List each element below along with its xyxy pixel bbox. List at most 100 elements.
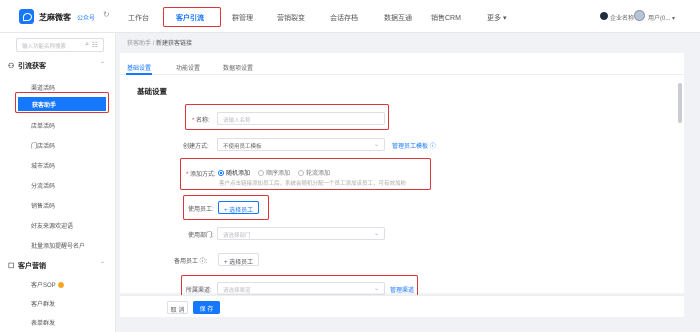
required-mark: * [192,118,195,124]
sidebar-item-split-code[interactable]: 分流活码 [31,181,55,190]
nav-marketing-fission[interactable]: 营销裂变 [277,13,305,23]
manage-staff-template-link[interactable]: 管理员工模板 ⓘ [392,141,436,150]
tab-bar: 基础设置 功能设置 数据项设置 [120,53,684,75]
form-footer: 取 消 保 存 [120,295,684,317]
add-method-hint: 客户点击链接添加员工后，系统会随机分配一个员工添加该员工，可有效加粉 [219,181,407,187]
chevron-up-icon[interactable]: ⌃ [100,261,105,268]
nav-group-management[interactable]: 群管理 [232,13,253,23]
breadcrumb-current: 新建获客链接 [156,41,193,47]
sidebar-item-sales-code[interactable]: 销售活码 [31,201,55,210]
chevron-down-icon: ▾ [672,16,676,22]
avatar[interactable] [634,10,645,21]
manage-staff-template-label: 管理员工模板 [392,144,429,150]
channel-label: 所属渠道: [186,288,212,294]
tab-basic-settings[interactable]: 基础设置 [127,63,151,72]
name-input[interactable]: 请输入名称 [217,112,385,125]
chevron-up-icon[interactable]: ⌃ [100,61,105,68]
creation-method-value: 不使用员工模板 [223,144,262,150]
radio-rotation-add[interactable]: 轮流添加 [298,168,330,177]
breadcrumb-parent[interactable]: 获客助手 [127,41,151,47]
department-placeholder: 请选择部门 [223,233,251,239]
brand-sub-link[interactable]: 公众号 [77,13,95,22]
save-button[interactable]: 保 存 [193,301,220,314]
department-select[interactable]: 请选择部门 ⌄ [217,227,385,240]
refresh-icon[interactable]: ↻ [103,10,110,19]
radio-label: 随机添加 [226,171,251,177]
brand-logo-icon [19,9,34,24]
department-label: 使用部门: [188,233,214,239]
sidebar-group-label: 客户营销 [17,263,46,270]
nav-sales-crm[interactable]: 销售CRM [431,13,461,23]
nav-customer-acquisition[interactable]: 客户引流 [176,13,204,23]
sidebar-search-input[interactable]: 输入功能名称搜索 ⌕ ☷ [16,38,104,52]
sidebar-item-form-broadcast[interactable]: 表单群发 [31,318,55,327]
sidebar-group-label: 引流获客 [17,63,46,70]
sidebar-item-customer-sop[interactable]: 客户SOP [31,280,64,289]
sidebar-group-marketing[interactable]: ☐ 客户营销 [8,261,46,271]
nav-more-label: 更多 [487,15,501,22]
select-staff-button[interactable]: + 选择员工 [218,201,260,214]
creation-method-select[interactable]: 不使用员工模板 ⌄ [217,138,385,151]
sidebar: 输入功能名称搜索 ⌕ ☷ ⚇ 引流获客 ⌃ 渠道活码 获客助手 店单活码 门店活… [0,33,116,332]
nav-workbench[interactable]: 工作台 [128,13,149,23]
form-panel: 基础设置 功能设置 数据项设置 基础设置 * 名称: 请输入名称 创建方式: 不… [120,53,684,295]
sidebar-item-customer-broadcast[interactable]: 客户群发 [31,299,55,308]
chevron-down-icon: ▾ [502,15,507,22]
user-menu[interactable]: 用户(0... ▾ [648,13,675,22]
sidebar-item-order-code[interactable]: 店单活码 [31,121,55,130]
tab-function-settings[interactable]: 功能设置 [176,63,200,72]
sidebar-item-batch-add[interactable]: 批量添加提醒号名户 [31,241,85,250]
sidebar-group-acquisition[interactable]: ⚇ 引流获客 [8,61,46,71]
required-mark: * [186,172,189,178]
sidebar-search-placeholder: 输入功能名称搜索 [22,44,67,50]
chevron-down-icon: ⌄ [373,286,379,292]
nav-data-interop[interactable]: 数据互通 [384,13,412,23]
creation-method-label: 创建方式: [183,144,209,150]
name-label-text: 名称: [196,118,210,124]
info-icon: ⓘ [429,144,436,150]
radio-label: 顺序添加 [266,171,291,177]
staff-label: 使用员工: [188,207,214,213]
radio-icon [218,170,224,177]
sidebar-item-label: 客户SOP [31,283,56,289]
search-icon[interactable]: ⌕ [85,41,89,49]
add-method-label: * 添加方式: [186,169,216,178]
radio-random-add[interactable]: 随机添加 [218,168,250,177]
scrollbar-thumb[interactable] [678,83,682,123]
nav-session-archive[interactable]: 会话存档 [330,13,358,23]
sidebar-item-acquisition-assistant[interactable]: 获客助手 [18,97,106,111]
user-name: 用户(0... [648,16,671,22]
radio-icon [298,170,304,177]
radio-sequential-add[interactable]: 顺序添加 [258,168,290,177]
marketing-icon: ☐ [8,263,15,270]
enterprise-icon [600,12,608,20]
add-method-label-text: 添加方式: [190,172,216,178]
chevron-down-icon: ⌄ [373,231,379,237]
backup-staff-label: 备用员工 ⓘ: [174,259,208,265]
name-label: * 名称: [192,115,210,124]
select-backup-staff-button[interactable]: + 选择员工 [218,253,260,266]
chevron-down-icon: ⌄ [373,142,379,148]
users-icon: ⚇ [8,63,15,70]
sidebar-item-city-code[interactable]: 城市活码 [31,161,55,170]
channel-select[interactable]: 请选择渠道 ⌄ [217,282,385,295]
section-title: 基础设置 [137,87,167,96]
sidebar-item-channel-code[interactable]: 渠道活码 [31,83,55,92]
top-bar: 芝麻微客 公众号 ↻ 工作台 客户引流 群管理 营销裂变 会话存档 数据互通 销… [0,0,700,33]
breadcrumb-separator: / [152,41,155,47]
hot-badge-icon [57,282,64,289]
breadcrumb: 获客助手 / 新建获客链接 [127,38,192,47]
nav-more[interactable]: 更多 ▾ [487,13,506,23]
tab-active-indicator [126,73,152,75]
manage-channel-link[interactable]: 管理渠道 [390,285,414,294]
radio-label: 轮流添加 [306,171,331,177]
channel-placeholder: 请选择渠道 [223,288,251,294]
sidebar-item-store-code[interactable]: 门店活码 [31,141,55,150]
tab-data-settings[interactable]: 数据项设置 [223,63,253,72]
cancel-button[interactable]: 取 消 [167,301,188,314]
sidebar-item-welcome-message[interactable]: 好友来源欢迎语 [31,221,73,230]
enterprise-name[interactable]: 企业名称 [610,13,634,22]
filter-icon[interactable]: ☷ [92,41,98,49]
radio-icon [258,170,264,177]
brand-name: 芝麻微客 [39,13,71,22]
